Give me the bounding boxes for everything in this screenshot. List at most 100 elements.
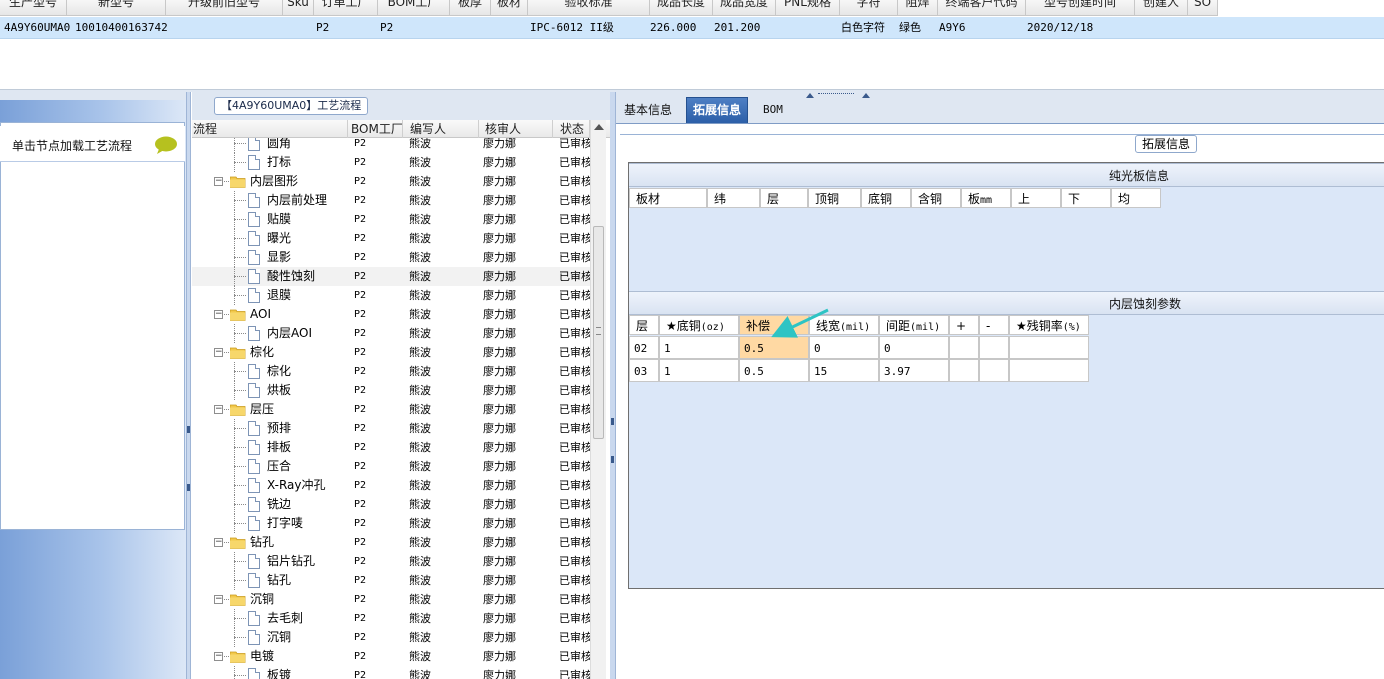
tree-node[interactable]: 圆角 P2 熊波 廖力娜 已审核	[192, 138, 590, 153]
inner-etch-header[interactable]: 间距(mil)	[879, 315, 949, 335]
tree-node[interactable]: − 沉铜 P2 熊波 廖力娜 已审核	[192, 590, 590, 609]
collapse-up-icon[interactable]	[806, 93, 814, 98]
splitter-left[interactable]	[186, 92, 191, 679]
tree-node[interactable]: 板镀 P2 熊波 廖力娜 已审核	[192, 666, 590, 679]
tree-node[interactable]: 铝片钻孔 P2 熊波 廖力娜 已审核	[192, 552, 590, 571]
header-length[interactable]: 成品长度	[650, 0, 713, 16]
tree-node[interactable]: 退膜 P2 熊波 廖力娜 已审核	[192, 286, 590, 305]
bare-board-header[interactable]: 上	[1011, 188, 1061, 208]
scroll-up-icon[interactable]	[594, 124, 604, 130]
inner-etch-cell[interactable]: 02	[629, 336, 659, 359]
tree-node[interactable]: 内层前处理 P2 熊波 廖力娜 已审核	[192, 191, 590, 210]
inner-etch-cell[interactable]: 1	[659, 336, 739, 359]
tree-scrollbar[interactable]	[590, 120, 606, 679]
header-order-factory[interactable]: 订单工厂	[314, 0, 378, 16]
header-reviewer[interactable]: 核审人	[479, 120, 553, 138]
header-solder-mask[interactable]: 阻焊	[898, 0, 938, 16]
bare-board-header[interactable]: 纬	[707, 188, 760, 208]
table-row[interactable]: 4A9Y60UMA0 10010400163742 P2 P2 IPC-6012…	[0, 17, 1384, 39]
tree-node[interactable]: − 电镀 P2 熊波 廖力娜 已审核	[192, 647, 590, 666]
scroll-thumb[interactable]	[593, 226, 604, 439]
header-pnl[interactable]: PNL规格	[776, 0, 840, 16]
header-bom-factory[interactable]: BOM工厂	[348, 120, 403, 138]
header-acceptance[interactable]: 验收标准	[528, 0, 650, 16]
collapse-up-icon[interactable]	[862, 93, 870, 98]
header-thickness[interactable]: 板厚	[450, 0, 491, 16]
bare-board-header[interactable]: 顶铜	[808, 188, 861, 208]
collapse-toggle-icon[interactable]: −	[214, 538, 223, 547]
header-new-model[interactable]: 新型号	[67, 0, 166, 16]
header-material[interactable]: 板材	[491, 0, 528, 16]
header-width[interactable]: 成品宽度	[713, 0, 776, 16]
inner-etch-cell[interactable]	[949, 359, 979, 382]
tree-node[interactable]: 压合 P2 熊波 廖力娜 已审核	[192, 457, 590, 476]
inner-etch-cell[interactable]: 1	[659, 359, 739, 382]
tree-node[interactable]: 显影 P2 熊波 廖力娜 已审核	[192, 248, 590, 267]
bare-board-header[interactable]: 下	[1061, 188, 1111, 208]
tree-node[interactable]: 烘板 P2 熊波 廖力娜 已审核	[192, 381, 590, 400]
inner-etch-cell[interactable]	[979, 336, 1009, 359]
tree-node[interactable]: 去毛刺 P2 熊波 廖力娜 已审核	[192, 609, 590, 628]
bare-board-header[interactable]: 底铜	[861, 188, 911, 208]
inner-etch-header[interactable]: 层	[629, 315, 659, 335]
header-writer[interactable]: 编写人	[403, 120, 479, 138]
tree-node[interactable]: 排板 P2 熊波 廖力娜 已审核	[192, 438, 590, 457]
tree-node[interactable]: 钻孔 P2 熊波 廖力娜 已审核	[192, 571, 590, 590]
tree-node[interactable]: − 内层图形 P2 熊波 廖力娜 已审核	[192, 172, 590, 191]
tree-node[interactable]: − 层压 P2 熊波 廖力娜 已审核	[192, 400, 590, 419]
tree-node[interactable]: 铣边 P2 熊波 廖力娜 已审核	[192, 495, 590, 514]
splitter-middle[interactable]	[609, 92, 616, 679]
collapse-toggle-icon[interactable]: −	[214, 310, 223, 319]
tab-basic-info[interactable]: 基本信息	[618, 99, 678, 123]
header-production-model[interactable]: 生产型号	[0, 0, 67, 16]
load-hint-bar[interactable]: 单击节点加载工艺流程	[0, 126, 185, 162]
tree-node[interactable]: X-Ray冲孔 P2 熊波 廖力娜 已审核	[192, 476, 590, 495]
header-end-customer[interactable]: 终端客户代码	[938, 0, 1026, 16]
header-sku[interactable]: Sku	[283, 0, 314, 16]
header-character[interactable]: 字符	[840, 0, 898, 16]
header-flow[interactable]: 流程	[192, 120, 348, 138]
header-bom-factory[interactable]: BOM工厂	[378, 0, 450, 16]
tab-bom[interactable]: BOM	[757, 99, 789, 123]
tree-node[interactable]: − 棕化 P2 熊波 廖力娜 已审核	[192, 343, 590, 362]
header-created-time[interactable]: 型号创建时间	[1026, 0, 1135, 16]
collapse-toggle-icon[interactable]: −	[214, 652, 223, 661]
tree-node[interactable]: 打字唛 P2 熊波 廖力娜 已审核	[192, 514, 590, 533]
tree-node[interactable]: 曝光 P2 熊波 廖力娜 已审核	[192, 229, 590, 248]
bare-board-header[interactable]: 板材	[629, 188, 707, 208]
inner-etch-cell[interactable]: 0.5	[739, 359, 809, 382]
inner-etch-cell[interactable]	[979, 359, 1009, 382]
collapse-toggle-icon[interactable]: −	[214, 405, 223, 414]
header-status[interactable]: 状态	[553, 120, 590, 138]
bare-board-header[interactable]: 层	[760, 188, 808, 208]
tree-node[interactable]: 沉铜 P2 熊波 廖力娜 已审核	[192, 628, 590, 647]
collapse-toggle-icon[interactable]: −	[214, 177, 223, 186]
splitter-grip-icon[interactable]	[818, 93, 854, 96]
tree-node[interactable]: − AOI P2 熊波 廖力娜 已审核	[192, 305, 590, 324]
collapse-toggle-icon[interactable]: −	[214, 595, 223, 604]
tree-node[interactable]: 内层AOI P2 熊波 廖力娜 已审核	[192, 324, 590, 343]
inner-etch-header[interactable]: -	[979, 315, 1009, 335]
header-so[interactable]: SO	[1188, 0, 1218, 16]
tree-node[interactable]: 打标 P2 熊波 廖力娜 已审核	[192, 153, 590, 172]
inner-etch-cell[interactable]: 3.97	[879, 359, 949, 382]
tree-node[interactable]: 棕化 P2 熊波 廖力娜 已审核	[192, 362, 590, 381]
inner-etch-cell[interactable]: 03	[629, 359, 659, 382]
inner-etch-cell[interactable]: 0	[879, 336, 949, 359]
bare-board-header[interactable]: 均	[1111, 188, 1161, 208]
bare-board-header[interactable]: 板mm	[961, 188, 1011, 208]
tree-node[interactable]: 酸性蚀刻 P2 熊波 廖力娜 已审核	[192, 267, 590, 286]
tree-node[interactable]: 贴膜 P2 熊波 廖力娜 已审核	[192, 210, 590, 229]
inner-etch-cell[interactable]	[949, 336, 979, 359]
inner-etch-header[interactable]: ★残铜率(%)	[1009, 315, 1089, 335]
inner-etch-cell[interactable]	[1009, 336, 1089, 359]
header-old-model[interactable]: 升级前旧型号	[166, 0, 283, 16]
tree-node[interactable]: − 钻孔 P2 熊波 廖力娜 已审核	[192, 533, 590, 552]
tree-node[interactable]: 预排 P2 熊波 廖力娜 已审核	[192, 419, 590, 438]
tab-extension-info[interactable]: 拓展信息	[686, 97, 749, 123]
inner-etch-cell[interactable]: 15	[809, 359, 879, 382]
bare-board-header[interactable]: 含铜	[911, 188, 961, 208]
collapse-toggle-icon[interactable]: −	[214, 348, 223, 357]
header-creator[interactable]: 创建人	[1135, 0, 1188, 16]
inner-etch-cell[interactable]	[1009, 359, 1089, 382]
